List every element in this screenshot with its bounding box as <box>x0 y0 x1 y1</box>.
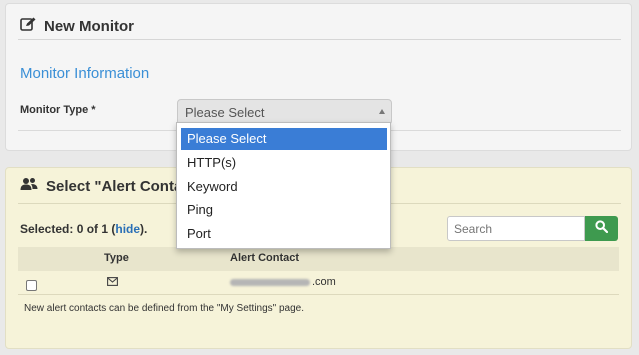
option-http[interactable]: HTTP(s) <box>181 152 387 174</box>
monitor-information-heading: Monitor Information <box>20 65 150 82</box>
alert-contacts-note: New alert contacts can be defined from t… <box>24 303 305 314</box>
monitor-type-dropdown: Please Select HTTP(s) Keyword Ping Port <box>176 122 391 249</box>
column-header-alert-contact: Alert Contact <box>230 252 300 264</box>
selected-prefix: Selected: 0 of 1 ( <box>20 222 116 236</box>
contacts-table-header: Type Alert Contact <box>18 247 619 271</box>
edit-icon <box>20 17 36 36</box>
email-icon <box>107 277 118 289</box>
divider <box>18 39 621 40</box>
option-ping[interactable]: Ping <box>181 199 387 221</box>
caret-up-icon <box>379 109 385 114</box>
redacted-email <box>230 278 310 286</box>
alert-contacts-header: Select "Alert Conta <box>20 175 182 197</box>
row-checkbox[interactable] <box>26 280 37 291</box>
option-keyword[interactable]: Keyword <box>181 176 387 198</box>
email-suffix: .com <box>312 276 336 288</box>
table-row: .com <box>18 271 619 295</box>
new-monitor-title: New Monitor <box>44 17 134 35</box>
users-icon <box>20 177 38 196</box>
search-input[interactable] <box>447 216 585 241</box>
search-button[interactable] <box>585 216 618 241</box>
search-icon <box>595 219 609 238</box>
monitor-type-label: Monitor Type * <box>20 104 96 116</box>
column-header-type: Type <box>104 252 129 264</box>
new-monitor-header: New Monitor <box>20 13 134 39</box>
monitor-type-value: Please Select <box>185 105 265 120</box>
option-port[interactable]: Port <box>181 223 387 245</box>
selected-suffix: ). <box>140 222 148 236</box>
hide-link[interactable]: hide <box>115 222 140 236</box>
option-please-select[interactable]: Please Select <box>181 128 387 150</box>
selected-count: Selected: 0 of 1 (hide). <box>20 222 147 236</box>
alert-contact-email: .com <box>230 276 336 288</box>
alert-contacts-title: Select "Alert Conta <box>46 177 183 195</box>
